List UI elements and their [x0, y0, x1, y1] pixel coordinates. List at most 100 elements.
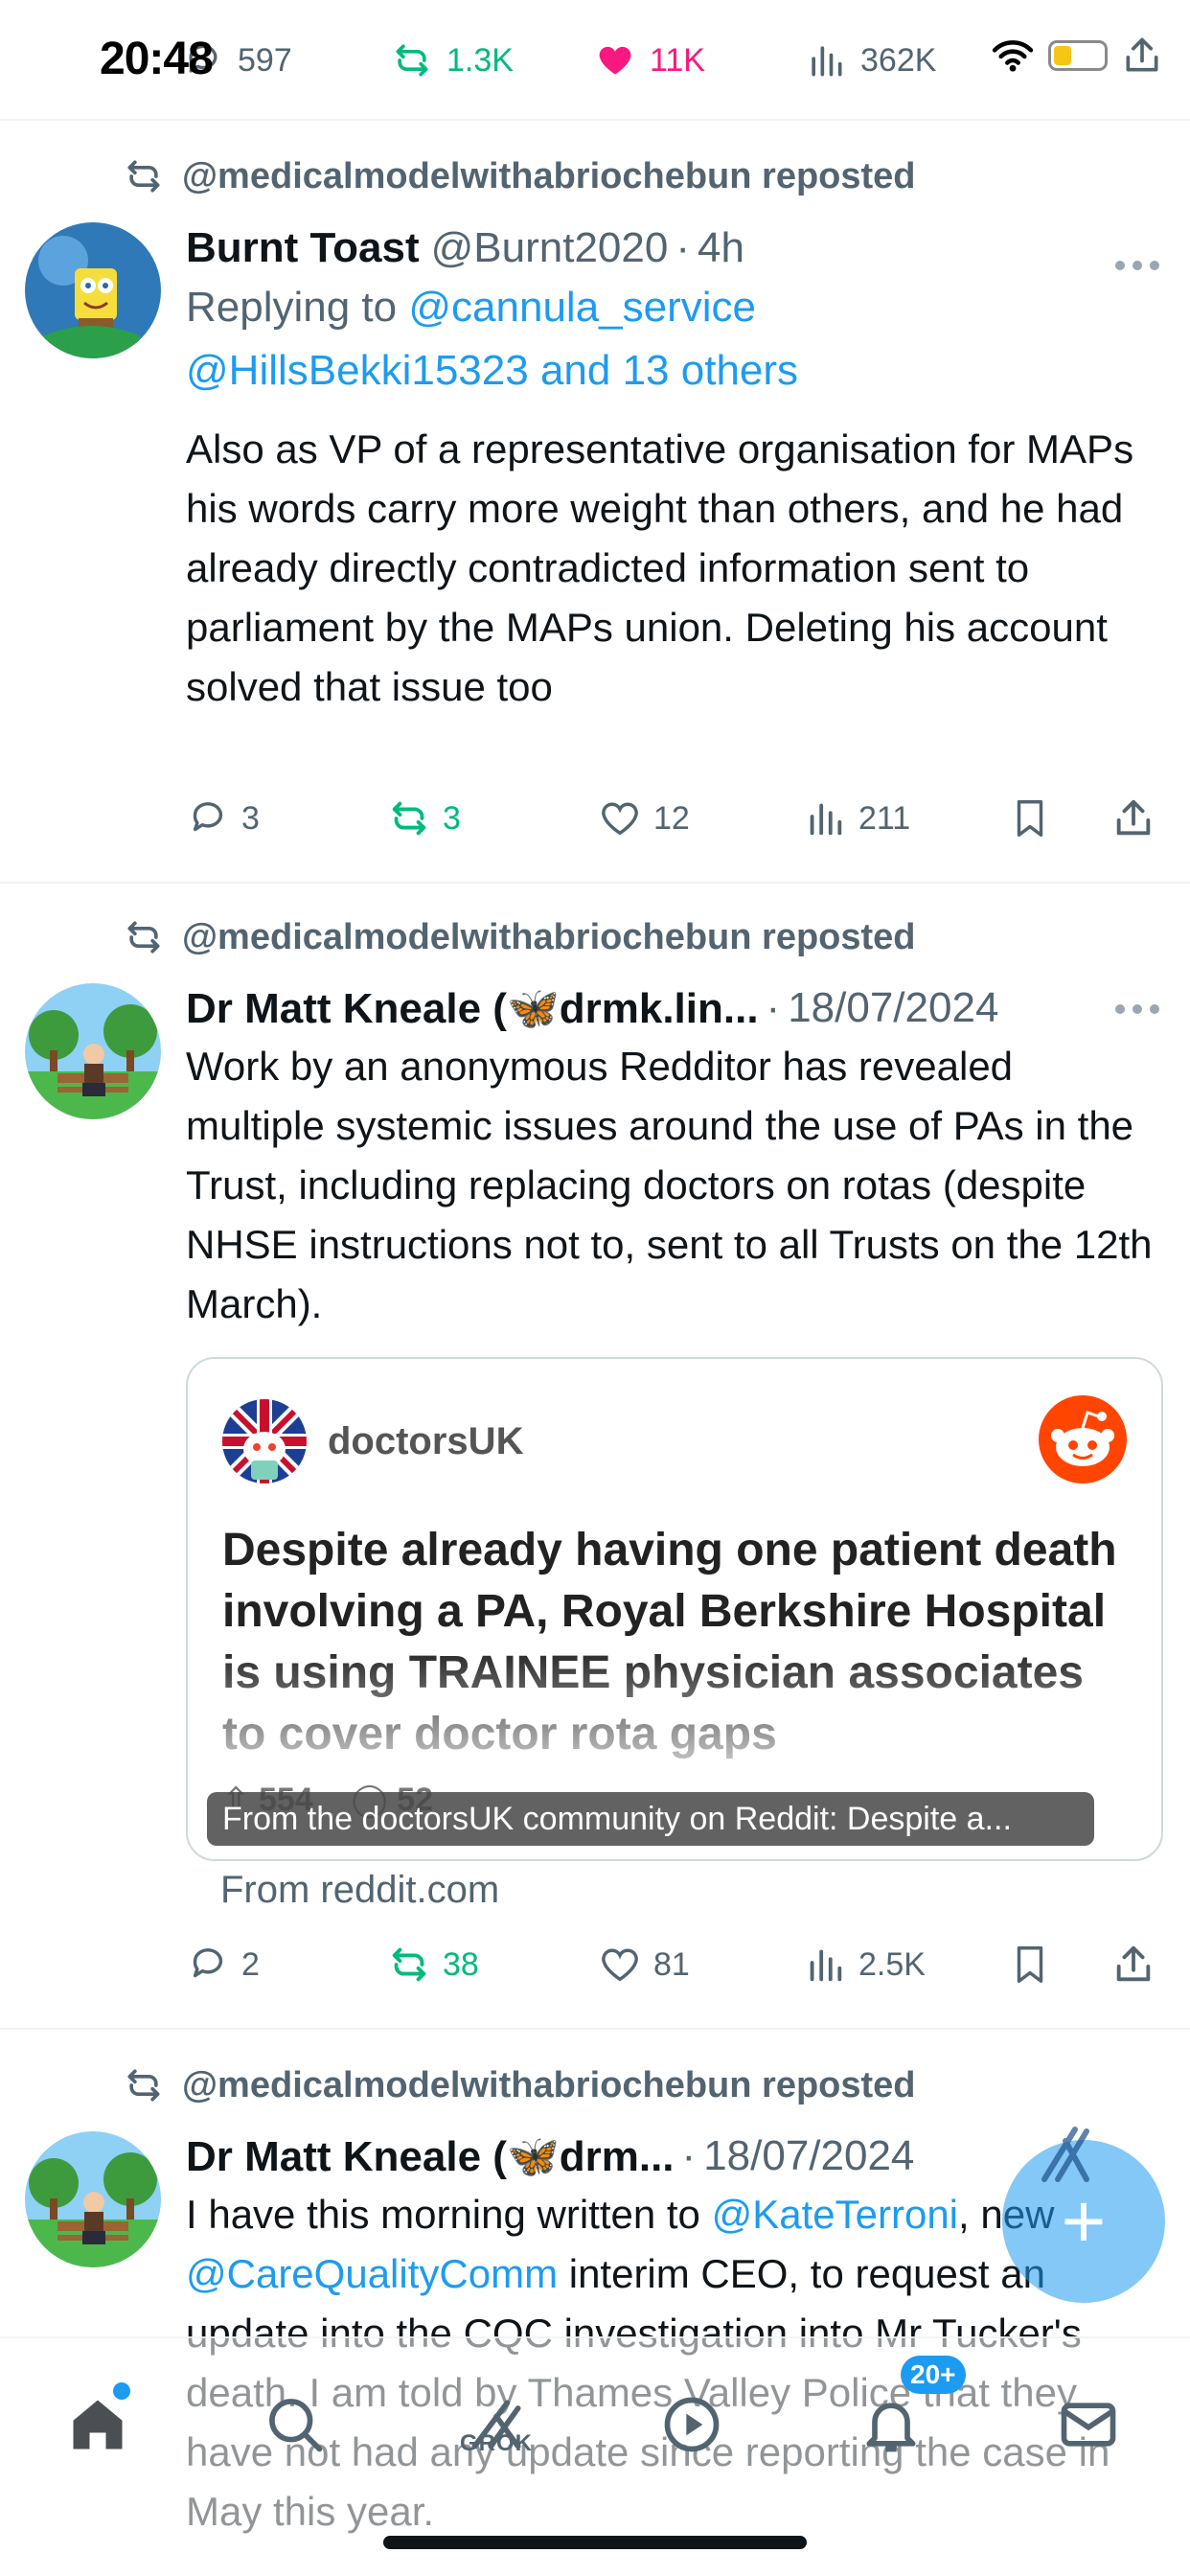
repost-icon [127, 2069, 160, 2102]
repost-button[interactable]: 38 [387, 1936, 479, 1993]
share-icon [1116, 799, 1151, 836]
nav-home[interactable] [50, 2377, 146, 2472]
nav-spaces[interactable] [644, 2377, 740, 2472]
reply-count: 2 [241, 1945, 260, 1983]
tweet-text: Also as VP of a representative organisat… [186, 426, 1134, 709]
tweet[interactable]: @medicalmodelwithabriochebun reposted Bu… [0, 121, 1190, 884]
reddit-logo-icon [1039, 1395, 1127, 1484]
tweet-text: Work by an anonymous Redditor has reveal… [186, 1044, 1153, 1326]
heart-icon [602, 802, 638, 836]
play-circle-icon [664, 2397, 720, 2452]
battery-icon [1048, 40, 1108, 71]
reply-prefix: Replying to [186, 284, 398, 331]
repost-indicator: @medicalmodelwithabriochebun reposted [123, 155, 916, 197]
grok-label: GROK [460, 2430, 533, 2456]
repost-indicator: @medicalmodelwithabriochebun reposted [123, 916, 916, 958]
link-source[interactable]: From reddit.com [220, 1869, 499, 1912]
like-count: 11K [650, 41, 705, 79]
tweet-actions: 2 38 81 2.5K [186, 1936, 1161, 1993]
reply-button[interactable]: 2 [186, 1936, 260, 1993]
share-button[interactable] [1111, 1936, 1156, 1993]
bookmark-icon [1017, 800, 1043, 837]
views-button[interactable]: 211 [803, 790, 910, 847]
nav-search[interactable] [247, 2377, 343, 2472]
notification-badge: 20+ [901, 2356, 966, 2394]
card-fade-overlay [188, 1646, 1161, 1790]
timestamp[interactable]: 4h [698, 224, 744, 272]
tweet-actions: 3 3 12 211 [186, 790, 1161, 847]
repost-count-button[interactable]: 1.3K [391, 27, 514, 94]
wifi-icon [992, 40, 1034, 72]
subreddit-avatar [222, 1399, 307, 1484]
bookmark-icon [1017, 1946, 1043, 1983]
bell-icon [866, 2403, 916, 2452]
reply-button[interactable]: 3 [186, 790, 260, 847]
share-icon[interactable] [1121, 34, 1163, 77]
views-icon [810, 803, 842, 836]
status-bar: 597 1.3K 11K 362K 20:48 [0, 0, 1190, 121]
view-count-button[interactable]: 362K [805, 27, 936, 94]
avatar[interactable] [25, 222, 161, 358]
home-icon [73, 2400, 123, 2450]
grok-logo-icon [1041, 2127, 1089, 2182]
heart-filled-icon [599, 46, 631, 75]
bookmark-button[interactable] [1008, 790, 1052, 847]
user-handle[interactable]: @Burnt2020 [431, 224, 669, 272]
avatar[interactable] [25, 2131, 161, 2267]
home-new-dot [113, 2382, 130, 2400]
subreddit-name: doctorsUK [328, 1419, 524, 1462]
view-count: 2.5K [858, 1945, 926, 1983]
repost-count: 38 [443, 1945, 479, 1983]
search-icon [269, 2399, 323, 2452]
card-caption: From the doctorsUK community on Reddit: … [207, 1792, 1094, 1846]
reply-icon [193, 1948, 223, 1978]
like-button[interactable]: 12 [598, 790, 690, 847]
mention-link[interactable]: @cannula_service [408, 284, 756, 331]
repost-label: @medicalmodelwithabriochebun reposted [182, 155, 916, 196]
status-icons [991, 34, 1163, 77]
nav-messages[interactable] [1041, 2377, 1136, 2472]
views-button[interactable]: 2.5K [803, 1936, 926, 1993]
mention-link[interactable]: @CareQualityComm [186, 2251, 558, 2296]
share-button[interactable] [1111, 790, 1156, 847]
plus-icon: + [1061, 2178, 1107, 2264]
repost-label: @medicalmodelwithabriochebun reposted [182, 916, 916, 957]
tweet-header: Burnt Toast @Burnt2020 · 4h [186, 224, 744, 272]
more-options-icon[interactable] [1113, 259, 1161, 272]
tweet[interactable]: @medicalmodelwithabriochebun reposted Dr… [0, 884, 1190, 2030]
display-name[interactable]: Burnt Toast [186, 224, 420, 272]
reply-context: Replying to @cannula_service @HillsBekki… [186, 276, 1161, 402]
nav-grok[interactable] [448, 2377, 544, 2472]
repost-indicator: @medicalmodelwithabriochebun reposted [123, 2064, 916, 2106]
repost-label: @medicalmodelwithabriochebun reposted [182, 2064, 916, 2105]
views-icon [810, 1949, 842, 1982]
display-name[interactable]: Dr Matt Kneale (🦋drm... [186, 2131, 675, 2181]
display-name[interactable]: Dr Matt Kneale (🦋drmk.lin... [186, 983, 759, 1033]
reply-icon [193, 802, 223, 832]
reply-count: 3 [241, 799, 260, 837]
timestamp[interactable]: 18/07/2024 [788, 984, 998, 1032]
repost-icon [392, 801, 426, 836]
like-button[interactable]: 81 [598, 1936, 690, 1993]
reply-count: 597 [238, 41, 292, 79]
repost-icon [127, 921, 160, 954]
share-icon [1116, 1945, 1151, 1982]
repost-button[interactable]: 3 [387, 790, 461, 847]
timestamp[interactable]: 18/07/2024 [703, 2132, 914, 2180]
view-count: 211 [858, 799, 911, 837]
mention-link[interactable]: @HillsBekki15323 and 13 others [186, 347, 798, 394]
like-count: 12 [653, 799, 690, 837]
clock: 20:48 [100, 34, 214, 84]
tweet-header: Dr Matt Kneale (🦋drm... · 18/07/2024 [186, 2131, 915, 2181]
like-count-button[interactable]: 11K [594, 27, 705, 94]
views-icon [812, 46, 842, 77]
repost-icon [127, 160, 160, 193]
more-options-icon[interactable] [1113, 1002, 1161, 1016]
link-preview-card[interactable]: doctorsUK Despite already having one pat… [186, 1357, 1163, 1861]
mail-icon [1061, 2403, 1116, 2447]
avatar[interactable] [25, 983, 161, 1119]
mention-link[interactable]: @KateTerroni [712, 2192, 958, 2237]
bookmark-button[interactable] [1008, 1936, 1052, 1993]
repost-icon [392, 1947, 426, 1982]
home-indicator [383, 2536, 807, 2549]
